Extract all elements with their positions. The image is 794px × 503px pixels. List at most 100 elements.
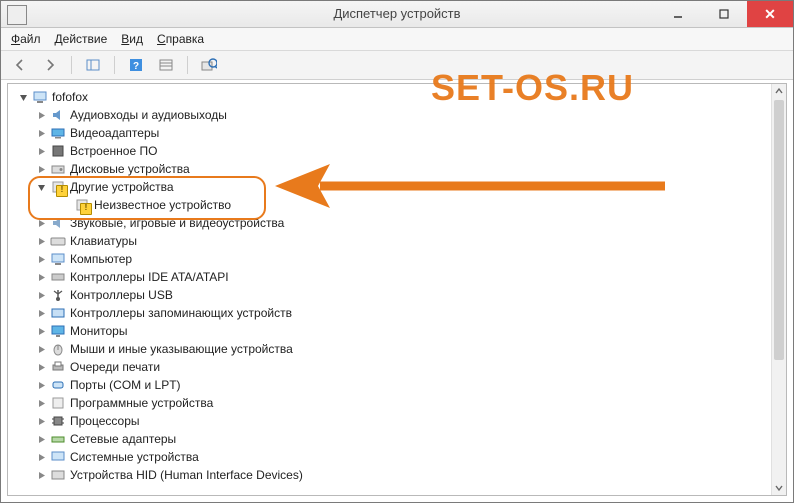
maximize-button[interactable] [701,1,747,27]
expand-icon[interactable] [36,434,46,444]
category-monitors[interactable]: Мониторы [12,322,772,340]
expand-icon[interactable] [36,146,46,156]
minimize-icon [673,9,683,19]
category-storage-controllers[interactable]: Контроллеры запоминающих устройств [12,304,772,322]
category-label: Контроллеры USB [70,288,173,302]
expand-icon[interactable] [36,290,46,300]
category-processors[interactable]: Процессоры [12,412,772,430]
warning-badge-icon: ! [56,185,68,197]
expand-icon[interactable] [36,452,46,462]
sound-icon [50,215,66,231]
category-print-queues[interactable]: Очереди печати [12,358,772,376]
forward-button[interactable] [37,53,63,77]
other-devices-icon: ! [50,179,66,195]
category-label: Дисковые устройства [70,162,190,176]
separator [71,56,72,74]
scan-hardware-button[interactable] [196,53,222,77]
expand-icon[interactable] [36,218,46,228]
category-ports[interactable]: Порты (COM и LPT) [12,376,772,394]
expand-icon[interactable] [36,254,46,264]
category-video-adapters[interactable]: Видеоадаптеры [12,124,772,142]
collapse-icon[interactable] [18,92,28,102]
category-keyboards[interactable]: Клавиатуры [12,232,772,250]
expand-icon[interactable] [36,362,46,372]
menu-view[interactable]: Вид [121,32,143,46]
expand-icon[interactable] [36,344,46,354]
menu-help[interactable]: Справка [157,32,204,46]
category-hid[interactable]: Устройства HID (Human Interface Devices) [12,466,772,484]
firmware-icon [50,143,66,159]
category-label: Программные устройства [70,396,213,410]
category-computer[interactable]: Компьютер [12,250,772,268]
category-label: Видеоадаптеры [70,126,159,140]
scrollbar-thumb[interactable] [774,100,784,360]
port-icon [50,377,66,393]
expand-icon[interactable] [36,110,46,120]
category-label: Компьютер [70,252,132,266]
category-label: Контроллеры IDE ATA/ATAPI [70,270,229,284]
close-button[interactable]: ✕ [747,1,793,27]
category-sound-game-video[interactable]: Звуковые, игровые и видеоустройства [12,214,772,232]
processor-icon [50,413,66,429]
expand-icon[interactable] [36,236,46,246]
close-icon: ✕ [764,6,776,23]
app-icon [7,5,27,25]
minimize-button[interactable] [655,1,701,27]
category-system-devices[interactable]: Системные устройства [12,448,772,466]
expand-icon[interactable] [36,380,46,390]
category-label: Звуковые, игровые и видеоустройства [70,216,284,230]
category-label: Устройства HID (Human Interface Devices) [70,468,303,482]
window-buttons: ✕ [655,1,793,27]
usb-icon [50,287,66,303]
expand-icon[interactable] [36,164,46,174]
vertical-scrollbar[interactable] [771,84,786,495]
scroll-down-button[interactable] [772,481,786,495]
collapse-icon[interactable] [36,182,46,192]
monitor-icon [50,323,66,339]
category-mice[interactable]: Мыши и иные указывающие устройства [12,340,772,358]
category-firmware[interactable]: Встроенное ПО [12,142,772,160]
category-label: Мыши и иные указывающие устройства [70,342,293,356]
category-label: Аудиовходы и аудиовыходы [70,108,227,122]
menu-file[interactable]: Файл [11,32,41,46]
storage-controller-icon [50,305,66,321]
expand-icon[interactable] [36,326,46,336]
network-adapter-icon [50,431,66,447]
show-hide-console-button[interactable] [80,53,106,77]
toolbar: ? [1,51,793,80]
audio-icon [50,107,66,123]
category-software-devices[interactable]: Программные устройства [12,394,772,412]
category-usb-controllers[interactable]: Контроллеры USB [12,286,772,304]
separator [114,56,115,74]
category-other-devices[interactable]: ! Другие устройства [12,178,772,196]
category-audio[interactable]: Аудиовходы и аудиовыходы [12,106,772,124]
tree-root[interactable]: fofofox [12,88,772,106]
menu-action[interactable]: Действие [55,32,108,46]
expand-icon[interactable] [36,470,46,480]
expand-icon[interactable] [36,128,46,138]
content-area: fofofox Аудиовходы и аудиовыходы Видеоад… [7,83,787,496]
svg-text:?: ? [133,61,139,72]
category-disk-drives[interactable]: Дисковые устройства [12,160,772,178]
properties-button[interactable] [153,53,179,77]
expand-icon[interactable] [36,398,46,408]
category-label: Контроллеры запоминающих устройств [70,306,292,320]
expand-icon[interactable] [36,272,46,282]
keyboard-icon [50,233,66,249]
scroll-up-button[interactable] [772,84,786,98]
back-button[interactable] [7,53,33,77]
printer-icon [50,359,66,375]
maximize-icon [719,9,729,19]
device-tree[interactable]: fofofox Аудиовходы и аудиовыходы Видеоад… [8,88,772,484]
help-button[interactable]: ? [123,53,149,77]
expand-icon[interactable] [36,308,46,318]
category-label: Порты (COM и LPT) [70,378,181,392]
category-label: Системные устройства [70,450,199,464]
category-ide-ata[interactable]: Контроллеры IDE ATA/ATAPI [12,268,772,286]
properties-icon [159,59,173,71]
category-network-adapters[interactable]: Сетевые адаптеры [12,430,772,448]
device-unknown[interactable]: ! Неизвестное устройство [12,196,772,214]
scan-hardware-icon [201,58,217,72]
expand-icon[interactable] [36,416,46,426]
display-adapter-icon [50,125,66,141]
